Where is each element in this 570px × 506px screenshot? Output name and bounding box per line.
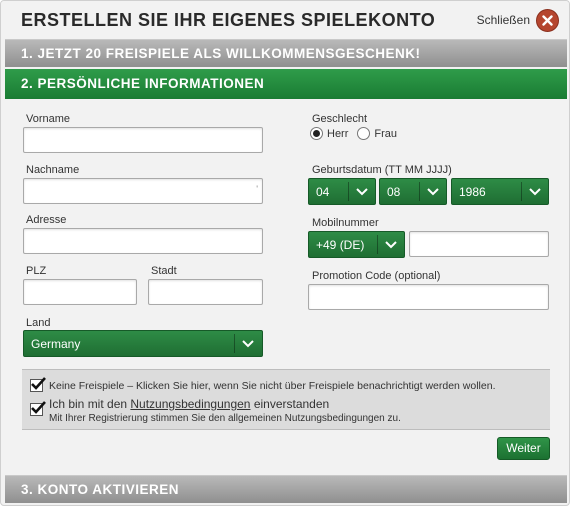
next-button[interactable]: Weiter — [497, 437, 550, 460]
birth-day-select[interactable]: 04 — [308, 178, 376, 205]
stadt-label: Stadt — [151, 265, 177, 277]
select-divider — [348, 182, 349, 201]
birth-month-select[interactable]: 08 — [379, 178, 447, 205]
nachname-label: Nachname — [26, 164, 80, 176]
step-3-bar[interactable]: 3. KONTO AKTIVIEREN — [5, 475, 567, 503]
terms-prefix: Ich bin mit den — [49, 397, 131, 411]
chevron-down-icon — [385, 241, 397, 249]
radio-frau[interactable] — [357, 127, 371, 140]
chevron-down-icon — [427, 188, 439, 196]
adresse-input[interactable] — [23, 228, 263, 254]
birth-month-value: 08 — [387, 185, 401, 199]
step-2-bar: 2. PERSÖNLICHE INFORMATIONEN — [5, 69, 567, 99]
chevron-down-icon — [529, 188, 541, 196]
consent-section: Keine Freispiele – Klicken Sie hier, wen… — [22, 369, 550, 430]
mobile-number-input[interactable] — [409, 231, 549, 257]
gender-radio-group: Herr Frau — [310, 127, 406, 140]
plz-input[interactable] — [23, 279, 137, 305]
nachname-input[interactable]: ' — [23, 178, 263, 204]
dialog-header: ERSTELLEN SIE IHR EIGENES SPIELEKONTO Sc… — [1, 1, 569, 39]
land-label: Land — [26, 317, 51, 329]
close-icon[interactable] — [536, 8, 559, 32]
no-freespins-text: Keine Freispiele – Klicken Sie hier, wen… — [49, 380, 496, 392]
select-divider — [377, 235, 378, 254]
promotion-label: Promotion Code (optional) — [312, 270, 441, 282]
step-1-bar[interactable]: 1. JETZT 20 FREISPIELE ALS WILLKOMMENSGE… — [5, 39, 567, 67]
vorname-label: Vorname — [26, 113, 71, 125]
radio-selected-dot — [313, 130, 320, 137]
mobilnummer-label: Mobilnummer — [312, 217, 379, 229]
select-divider — [419, 182, 420, 201]
checkmark-icon — [31, 401, 46, 414]
chevron-down-icon — [242, 340, 254, 348]
dialog-title: ERSTELLEN SIE IHR EIGENES SPIELEKONTO — [21, 10, 436, 30]
terms-agreement-text: Ich bin mit den Nutzungsbedingungen einv… — [49, 397, 329, 411]
radio-herr[interactable] — [310, 127, 323, 140]
terms-note: Mit Ihrer Registrierung stimmen Sie den … — [49, 413, 401, 424]
field-marker: ' — [256, 184, 258, 194]
land-value: Germany — [31, 337, 81, 351]
geschlecht-label: Geschlecht — [312, 113, 368, 125]
birth-day-value: 04 — [316, 185, 330, 199]
close-label: Schließen — [476, 13, 530, 27]
registration-dialog: ERSTELLEN SIE IHR EIGENES SPIELEKONTO Sc… — [0, 0, 570, 506]
phone-prefix-select[interactable]: +49 (DE) — [308, 231, 405, 258]
close-button[interactable]: Schließen — [477, 8, 559, 32]
birth-year-value: 1986 — [459, 185, 486, 199]
radio-frau-label: Frau — [374, 127, 398, 140]
vorname-input[interactable] — [23, 127, 263, 153]
land-select[interactable]: Germany — [23, 330, 263, 357]
plz-label: PLZ — [26, 265, 47, 277]
no-freespins-checkbox[interactable] — [30, 377, 46, 392]
geburtsdatum-label: Geburtsdatum (TT MM JJJJ) — [312, 164, 452, 176]
terms-checkbox[interactable] — [30, 401, 46, 416]
radio-herr-label: Herr — [327, 127, 349, 140]
promotion-code-input[interactable] — [308, 284, 549, 310]
checkmark-icon — [31, 377, 46, 390]
birth-year-select[interactable]: 1986 — [451, 178, 549, 205]
stadt-input[interactable] — [148, 279, 263, 305]
terms-link[interactable]: Nutzungsbedingungen — [130, 397, 250, 411]
adresse-label: Adresse — [26, 214, 67, 226]
select-divider — [521, 182, 522, 201]
select-divider — [234, 334, 235, 353]
phone-prefix-value: +49 (DE) — [316, 238, 365, 252]
terms-suffix: einverstanden — [250, 397, 330, 411]
chevron-down-icon — [356, 188, 368, 196]
